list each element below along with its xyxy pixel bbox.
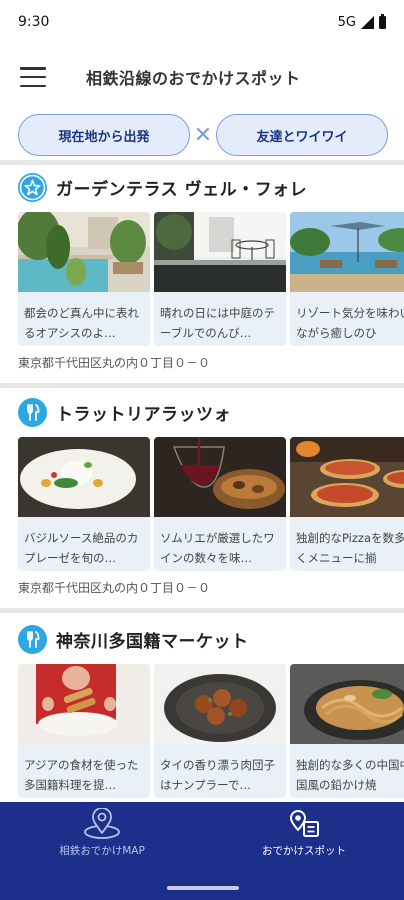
map-pin-icon	[84, 808, 120, 839]
page-title: 相鉄沿線のおでかけスポット	[86, 69, 301, 88]
hamburger-menu-icon[interactable]	[20, 67, 46, 87]
card-carousel[interactable]: アジアの食材を使った多国籍料理を提… タイの香り漂う肉団子はナンプラーで… 独創…	[18, 664, 404, 798]
spot-card[interactable]: 都会のど真ん中に表れるオアシスのよ…	[18, 212, 150, 346]
card-description: 独創的な多くの中国中国風の鉛かけ焼	[296, 758, 404, 792]
section-title: トラットリアラッツォ	[56, 404, 231, 425]
status-icons: 5G	[337, 13, 386, 30]
chip-separator: ✕	[193, 122, 213, 148]
spot-card[interactable]: アジアの食材を使った多国籍料理を提…	[18, 664, 150, 798]
spot-card[interactable]: バジルソース絶品のカプレーゼを旬の…	[18, 437, 150, 571]
meatball-photo	[154, 664, 286, 744]
section-divider	[0, 608, 404, 613]
section-header[interactable]: ガーデンテラス ヴェル・フォレ	[18, 172, 307, 202]
filter-chip-with-friends[interactable]: 友達とワイワイ	[216, 114, 388, 156]
filter-row: 現在地から出発 ✕ 友達とワイワイ	[18, 113, 388, 157]
noodle-photo	[290, 664, 404, 744]
nav-label-map: 相鉄おでかけMAP	[59, 845, 145, 857]
spring-roll-photo	[18, 664, 150, 744]
card-carousel[interactable]: バジルソース絶品のカプレーゼを旬の… ソムリエが厳選したワインの数々を味… 独創…	[18, 437, 404, 571]
spot-section: 神奈川多国籍マーケット アジアの食材を使った多国籍料理を提… タイの香り漂う肉団…	[0, 624, 404, 802]
section-divider	[0, 160, 404, 165]
filter-chip-current-location[interactable]: 現在地から出発	[18, 114, 190, 156]
fork-knife-icon	[18, 397, 47, 427]
spot-card[interactable]: 独創的なPizzaを数多くメニューに揃	[290, 437, 404, 571]
spot-address: 東京都千代田区丸の内０丁目０－０	[18, 581, 211, 595]
card-carousel[interactable]: 都会のど真ん中に表れるオアシスのよ… 晴れの日には中庭のテーブルでのんび… リゾ…	[18, 212, 404, 346]
spot-card[interactable]: タイの香り漂う肉団子はナンプラーで…	[154, 664, 286, 798]
card-description: 独創的なPizzaを数多くメニューに揃	[296, 531, 404, 565]
card-description: バジルソース絶品のカプレーゼを旬の…	[24, 531, 139, 565]
nav-item-map[interactable]: 相鉄おでかけMAP	[22, 808, 182, 864]
star-icon	[18, 172, 47, 202]
card-description: 都会のど真ん中に表れるオアシスのよ…	[24, 306, 139, 340]
card-description: タイの香り漂う肉団子はナンプラーで…	[160, 758, 275, 792]
spot-card[interactable]: ソムリエが厳選したワインの数々を味…	[154, 437, 286, 571]
battery-icon	[379, 13, 386, 29]
spot-section: トラットリアラッツォ バジルソース絶品のカプレーゼを旬の… ソムリエが厳選したワ…	[0, 397, 404, 607]
section-divider	[0, 383, 404, 388]
resort-lounge-photo	[290, 212, 404, 292]
caprese-dish-photo	[18, 437, 150, 517]
spot-card[interactable]: 独創的な多くの中国中国風の鉛かけ焼	[290, 664, 404, 798]
section-title: ガーデンテラス ヴェル・フォレ	[56, 179, 308, 200]
card-description: アジアの食材を使った多国籍料理を提…	[24, 758, 139, 792]
signal-icon	[361, 15, 374, 29]
spot-card[interactable]: リゾート気分を味わいながら癒しのひ	[290, 212, 404, 346]
card-description: ソムリエが厳選したワインの数々を味…	[160, 531, 275, 565]
section-header[interactable]: トラットリアラッツォ	[18, 397, 231, 427]
network-label: 5G	[337, 14, 356, 30]
section-title: 神奈川多国籍マーケット	[56, 631, 249, 652]
fork-knife-icon	[18, 624, 47, 654]
status-time: 9:30	[18, 14, 50, 30]
spot-address: 東京都千代田区丸の内０丁目０－０	[18, 356, 211, 370]
spot-list-icon	[290, 810, 319, 837]
nav-item-spots[interactable]: おでかけスポット	[224, 808, 384, 864]
pizza-photo	[290, 437, 404, 517]
status-bar: 9:30 5G	[0, 0, 404, 44]
section-header[interactable]: 神奈川多国籍マーケット	[18, 624, 249, 654]
terrace-table-photo	[154, 212, 286, 292]
spot-section: ガーデンテラス ヴェル・フォレ 都会のど真ん中に表れるオアシスのよ… 晴れの日に…	[0, 172, 404, 382]
pool-garden-photo	[18, 212, 150, 292]
home-indicator[interactable]	[167, 886, 239, 890]
card-description: 晴れの日には中庭のテーブルでのんび…	[160, 306, 275, 340]
app-bar: 相鉄沿線のおでかけスポット	[0, 52, 404, 102]
card-description: リゾート気分を味わいながら癒しのひ	[296, 306, 404, 340]
spot-card[interactable]: 晴れの日には中庭のテーブルでのんび…	[154, 212, 286, 346]
bottom-navigation: 相鉄おでかけMAP おでかけスポット	[0, 802, 404, 900]
nav-label-spots: おでかけスポット	[262, 845, 346, 857]
wine-pour-photo	[154, 437, 286, 517]
